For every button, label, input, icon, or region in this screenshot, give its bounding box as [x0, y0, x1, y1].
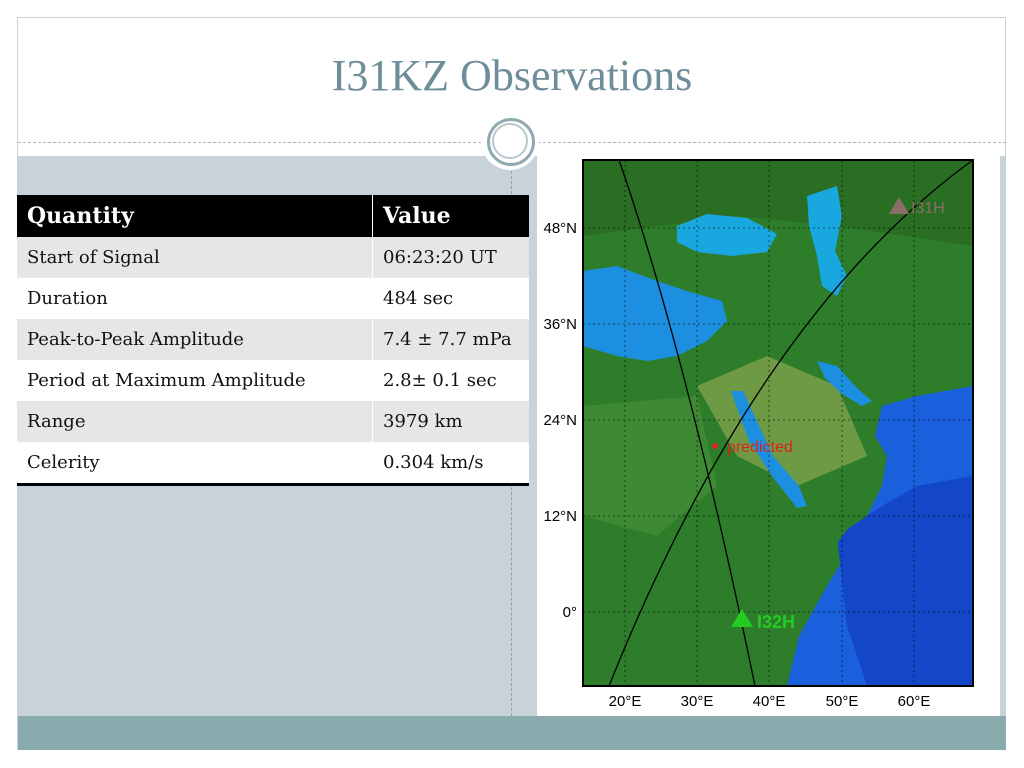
- table-row: Range 3979 km: [17, 401, 529, 442]
- table-row: Start of Signal 06:23:20 UT: [17, 237, 529, 278]
- region-map: I31H I32H predicted 48°N 36°N 24°N 12°N …: [543, 159, 974, 710]
- station-i32-label: I32H: [757, 612, 795, 632]
- value-cell: 0.304 km/s: [372, 442, 529, 486]
- quantity-cell: Duration: [17, 278, 373, 319]
- quantity-cell: Start of Signal: [17, 237, 373, 278]
- table-row: Duration 484 sec: [17, 278, 529, 319]
- table-row: Peak-to-Peak Amplitude 7.4 ± 7.7 mPa: [17, 319, 529, 360]
- header-value: Value: [372, 195, 529, 237]
- lat-label: 0°: [563, 604, 577, 621]
- map-panel: I31H I32H predicted 48°N 36°N 24°N 12°N …: [537, 156, 1000, 716]
- lon-label: 60°E: [898, 693, 931, 710]
- table-header-row: Quantity Value: [17, 195, 529, 237]
- station-i31-label: I31H: [911, 200, 945, 217]
- ornament-inner-ring: [492, 123, 528, 159]
- circle-ornament-icon: [481, 112, 539, 170]
- value-cell: 06:23:20 UT: [372, 237, 529, 278]
- header-quantity: Quantity: [17, 195, 373, 237]
- lat-label: 12°N: [543, 508, 577, 525]
- quantity-cell: Range: [17, 401, 373, 442]
- quantity-cell: Period at Maximum Amplitude: [17, 360, 373, 401]
- lat-label: 48°N: [543, 220, 577, 237]
- quantity-cell: Celerity: [17, 442, 373, 486]
- slide-title: I31KZ Observations: [331, 51, 693, 100]
- footer-bar: [18, 716, 1006, 750]
- lat-label: 24°N: [543, 412, 577, 429]
- quantity-cell: Peak-to-Peak Amplitude: [17, 319, 373, 360]
- value-cell: 7.4 ± 7.7 mPa: [372, 319, 529, 360]
- lon-label: 30°E: [681, 693, 714, 710]
- lon-label: 40°E: [753, 693, 786, 710]
- lon-label: 20°E: [609, 693, 642, 710]
- value-cell: 484 sec: [372, 278, 529, 319]
- predicted-label: predicted: [727, 439, 793, 456]
- observations-table: Quantity Value Start of Signal 06:23:20 …: [17, 195, 529, 486]
- lon-label: 50°E: [826, 693, 859, 710]
- lat-label: 36°N: [543, 316, 577, 333]
- table-row: Period at Maximum Amplitude 2.8± 0.1 sec: [17, 360, 529, 401]
- value-cell: 2.8± 0.1 sec: [372, 360, 529, 401]
- table-row: Celerity 0.304 km/s: [17, 442, 529, 486]
- value-cell: 3979 km: [372, 401, 529, 442]
- predicted-marker-icon: [712, 443, 718, 449]
